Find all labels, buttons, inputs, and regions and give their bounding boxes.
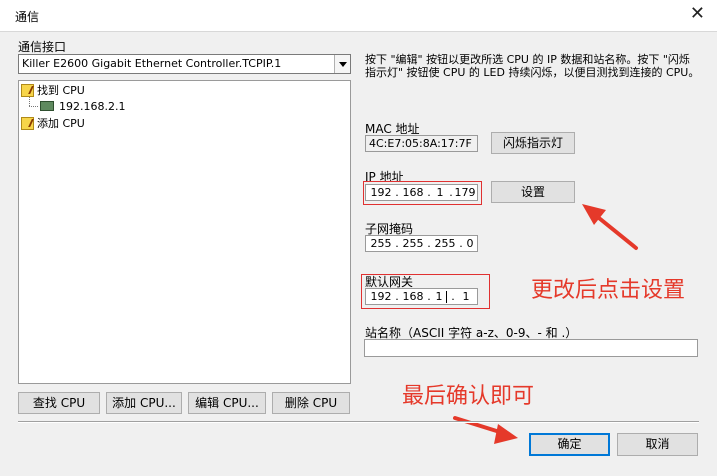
ok-button[interactable]: 确定: [529, 433, 610, 456]
annotation-arrows: [453, 204, 638, 444]
arrow-head: [494, 424, 518, 444]
arrow-line: [592, 212, 638, 250]
footer-separator: [18, 421, 699, 423]
cancel-button[interactable]: 取消: [617, 433, 698, 456]
